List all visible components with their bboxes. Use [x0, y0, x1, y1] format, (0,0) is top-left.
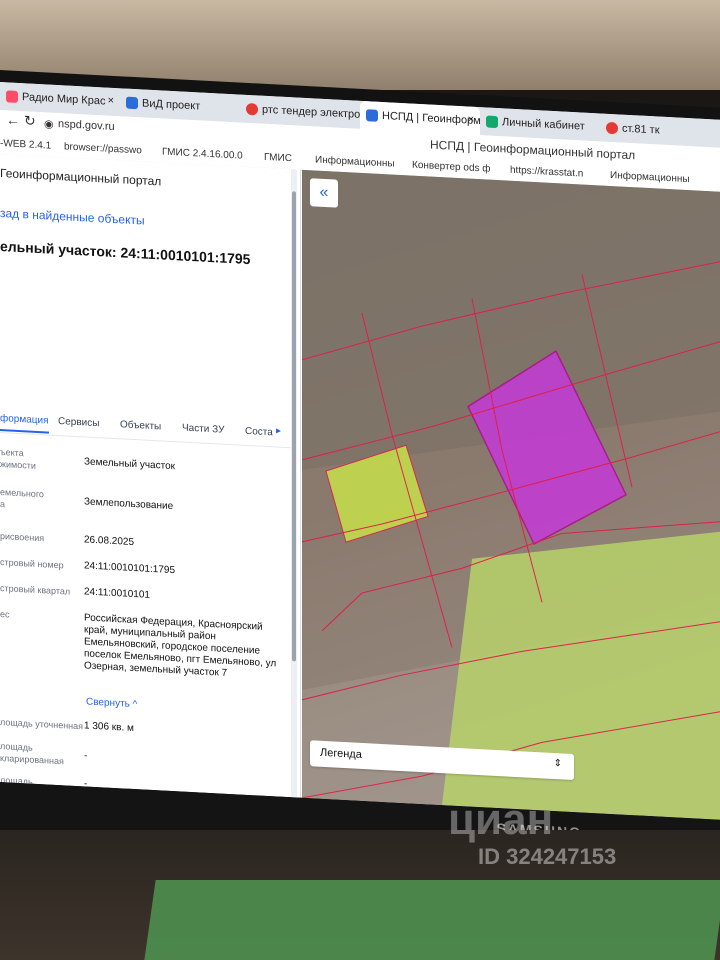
field-value: -	[84, 750, 88, 762]
reload-icon[interactable]: ↻	[24, 112, 36, 130]
close-icon[interactable]: ×	[468, 114, 474, 126]
green-folder	[144, 880, 720, 960]
watermark-logo: циан	[448, 795, 554, 844]
tab-label: НСПД | Геоинформа	[382, 110, 480, 128]
field-value: 24:11:0010101:1795	[84, 560, 176, 577]
collapse-map-button[interactable]: «	[310, 178, 338, 208]
field-label: лощадь уточненная	[0, 717, 84, 732]
collapse-label: Свернуть	[86, 696, 130, 710]
field-value: 26.08.2025	[84, 534, 135, 549]
map-overlay	[302, 169, 720, 820]
field-label: стровый квартал	[0, 583, 71, 597]
tab-services[interactable]: Сервисы	[58, 416, 99, 429]
tab-composition[interactable]: Соста	[245, 426, 273, 438]
tab-label: Личный кабинет	[502, 116, 585, 133]
account-icon	[486, 115, 498, 129]
field-value: Российская Федерация, Красноярский край,…	[84, 612, 277, 679]
double-chevron-left-icon: «	[319, 183, 329, 202]
object-info-panel: Геоинформационный портал зад в найденные…	[0, 154, 301, 798]
legend-label: Легенда	[320, 746, 362, 761]
bookmark-item[interactable]: Информационны	[315, 155, 395, 170]
monitor: Радио Мир Крас × ВиД проект ртс тендер эл…	[0, 70, 720, 868]
field-label: ъекта жимости	[0, 447, 36, 471]
url-field[interactable]: nspd.gov.ru	[58, 118, 115, 133]
chevron-right-icon[interactable]: ▸	[276, 425, 281, 436]
bookmark-item[interactable]: Информационны	[610, 170, 690, 185]
bookmark-item[interactable]: Конвертер ods ф	[412, 160, 491, 175]
object-title: ельный участок: 24:11:0010101:1795	[0, 238, 251, 268]
tab-label: ВиД проект	[142, 97, 201, 113]
bookmark-item[interactable]: browser://passwo	[64, 141, 142, 156]
bookmark-item[interactable]: -WEB 2.4.1	[0, 138, 51, 152]
tab-label: Радио Мир Крас	[22, 91, 106, 108]
field-label: емельного а	[0, 487, 44, 510]
panel-tabs: формация Сервисы Объекты Части ЗУ Соста …	[0, 406, 295, 449]
field-label: рисвоения	[0, 531, 45, 544]
field-label: ес	[0, 609, 10, 620]
field-value: Землепользование	[84, 496, 174, 513]
collapse-link[interactable]: Свернуть ^	[86, 697, 137, 711]
portal-title: Геоинформационный портал	[0, 166, 162, 189]
site-icon	[126, 96, 138, 110]
chevron-up-down-icon: ⇕	[553, 758, 562, 770]
radio-icon	[6, 90, 18, 103]
bookmark-item[interactable]: ГМИС 2.4.16.00.0	[162, 146, 243, 161]
tab-label: ст.81 тк	[622, 122, 660, 137]
browser-screen: Радио Мир Крас × ВиД проект ртс тендер эл…	[0, 82, 720, 820]
chevron-up-icon: ^	[129, 698, 138, 711]
bookmark-item[interactable]: https://krasstat.n	[510, 165, 583, 180]
field-value: 1 306 кв. м	[84, 720, 134, 735]
scrollbar-thumb[interactable]	[292, 191, 296, 662]
cadastral-map[interactable]: « Легенда ⇕	[302, 169, 720, 820]
bookmark-item[interactable]: ГМИС	[264, 152, 292, 164]
close-icon[interactable]: ×	[108, 95, 114, 107]
tab-objects[interactable]: Объекты	[120, 419, 161, 432]
watermark-id: ID 324247153	[478, 844, 617, 869]
tab-information[interactable]: формация	[0, 413, 49, 434]
tab-parts[interactable]: Части ЗУ	[182, 423, 224, 436]
panel-scrollbar[interactable]	[291, 169, 297, 798]
nspd-icon	[366, 109, 378, 122]
site-info-icon[interactable]: ◉	[44, 117, 54, 131]
field-label: стровый номер	[0, 557, 64, 571]
field-value: Земельный участок	[84, 456, 176, 473]
field-value: 24:11:0010101	[84, 586, 150, 601]
tab-label: ртс тендер электронн	[262, 103, 360, 122]
back-to-results-link[interactable]: зад в найденные объекты	[0, 206, 145, 228]
yandex-icon	[606, 121, 618, 135]
yandex-icon	[246, 102, 258, 116]
field-label: лощадь кларированная	[0, 741, 64, 767]
back-icon[interactable]: ←	[6, 111, 20, 128]
